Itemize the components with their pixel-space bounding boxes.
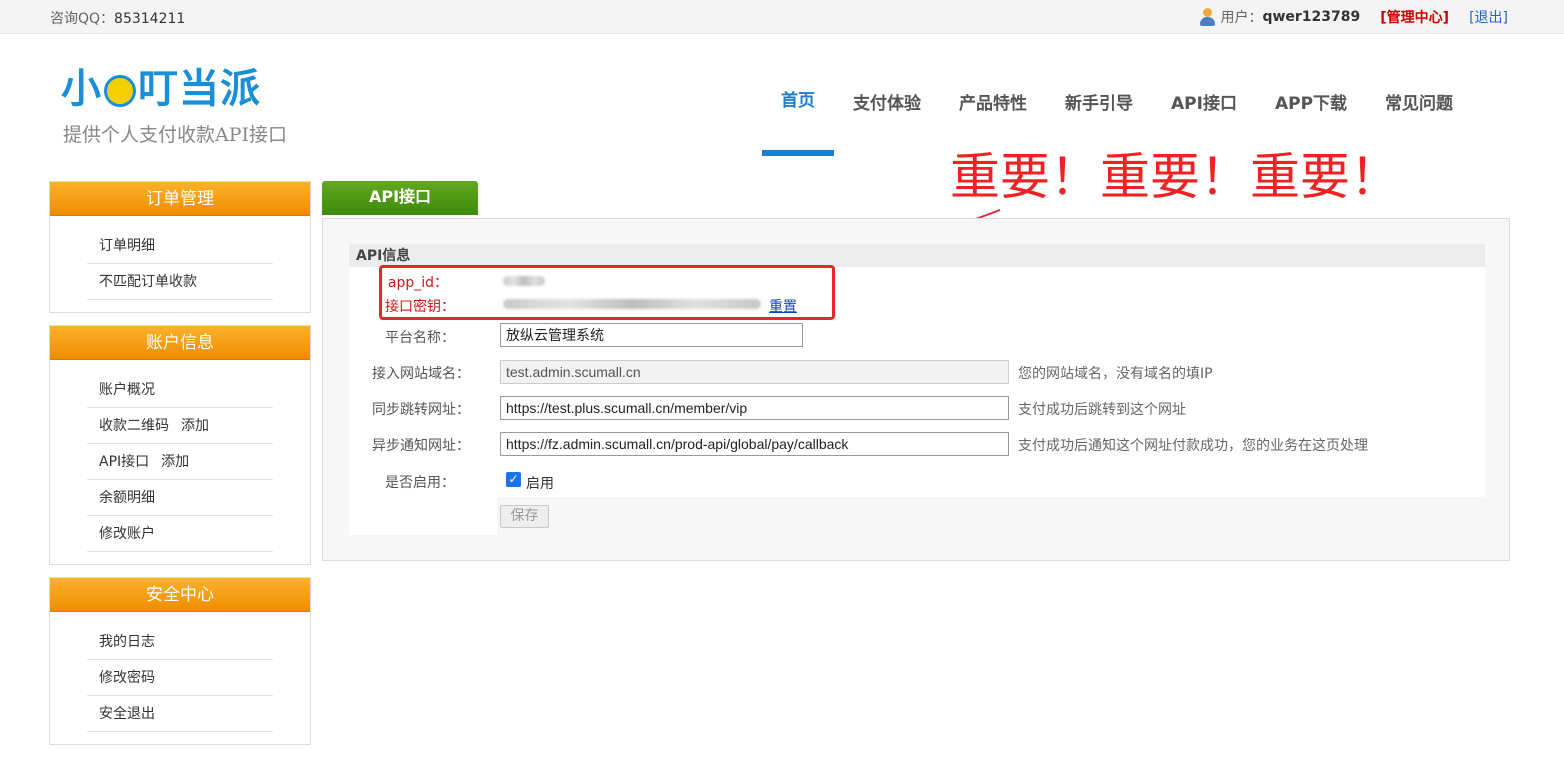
sidebar-item-api-label[interactable]: API接口 — [99, 454, 149, 470]
platform-name-input[interactable]: 放纵云管理系统 — [500, 323, 803, 347]
async-url-input[interactable]: https://fz.admin.scumall.cn/prod-api/glo… — [500, 432, 1009, 456]
sidebar-header-account: 账户信息 — [50, 326, 310, 360]
sidebar-header-security: 安全中心 — [50, 578, 310, 612]
username: qwer123789 — [1262, 9, 1361, 25]
sync-url-label: 同步跳转网址： — [372, 402, 470, 418]
sidebar-item-change-password[interactable]: 修改密码 — [87, 660, 273, 696]
sidebar-section-security: 安全中心 我的日志 修改密码 安全退出 — [49, 577, 311, 745]
sidebar-item-qrcode: 收款二维码 添加 — [87, 408, 273, 444]
admin-center-link[interactable]: [管理中心] — [1380, 7, 1449, 27]
sidebar-item-api: API接口 添加 — [87, 444, 273, 480]
domain-input[interactable]: test.admin.scumall.cn — [500, 360, 1009, 384]
sidebar-item-edit-account[interactable]: 修改账户 — [87, 516, 273, 552]
qq-number: 85314211 — [114, 11, 186, 27]
domain-hint: 您的网站域名，没有域名的填IP — [1018, 366, 1213, 382]
sidebar-item-balance[interactable]: 余额明细 — [87, 480, 273, 516]
user-icon — [1200, 8, 1216, 26]
nav-item-home[interactable]: 首页 — [762, 46, 834, 156]
sidebar-item-unmatched-orders[interactable]: 不匹配订单收款 — [87, 264, 273, 300]
sidebar-header-orders: 订单管理 — [50, 182, 310, 216]
enable-checkbox[interactable]: ✓ — [506, 472, 521, 487]
sidebar-item-my-log[interactable]: 我的日志 — [87, 624, 273, 660]
sidebar-item-qrcode-add[interactable]: 添加 — [181, 418, 209, 434]
sidebar-item-api-add[interactable]: 添加 — [161, 454, 189, 470]
domain-label: 接入网站域名： — [372, 366, 470, 382]
important-annotation: 重要！重要！重要！ — [950, 148, 1400, 206]
tab-api[interactable]: API接口 — [322, 181, 478, 215]
enable-label: 是否启用： — [385, 475, 455, 491]
logo[interactable]: 小叮当派 — [49, 46, 404, 121]
sync-url-hint: 支付成功后跳转到这个网址 — [1018, 402, 1186, 418]
sidebar-item-account-overview[interactable]: 账户概况 — [87, 372, 273, 408]
async-url-label: 异步通知网址： — [372, 438, 470, 454]
slogan: 提供个人支付收款API接口 — [63, 124, 288, 146]
sidebar-section-orders: 订单管理 订单明细 不匹配订单收款 — [49, 181, 311, 313]
section-title: API信息 — [349, 244, 1485, 267]
sidebar-section-account: 账户信息 账户概况 收款二维码 添加 API接口 添加 余额明细 修改账户 — [49, 325, 311, 565]
sidebar-item-safe-logout[interactable]: 安全退出 — [87, 696, 273, 732]
logo-text: 小叮当派 — [61, 66, 261, 112]
enable-checkbox-label[interactable]: 启用 — [526, 473, 554, 493]
async-url-hint: 支付成功后通知这个网址付款成功，您的业务在这页处理 — [1018, 438, 1368, 454]
sidebar-item-order-detail[interactable]: 订单明细 — [87, 228, 273, 264]
sync-url-input[interactable]: https://test.plus.scumall.cn/member/vip — [500, 396, 1009, 420]
platform-label: 平台名称： — [385, 330, 455, 346]
save-button[interactable]: 保存 — [500, 505, 549, 528]
highlight-box — [379, 265, 835, 320]
logout-link[interactable]: [退出] — [1469, 7, 1508, 27]
user-prefix: 用户： — [1220, 10, 1263, 26]
top-bar: 咨询QQ：85314211 用户： qwer123789 [管理中心] [退出] — [0, 0, 1564, 34]
bell-icon — [104, 75, 136, 107]
qq-contact: 咨询QQ：85314211 — [50, 8, 185, 28]
qq-label: 咨询QQ： — [50, 11, 115, 27]
sidebar-item-qrcode-label[interactable]: 收款二维码 — [99, 418, 169, 434]
nav-item-pay-experience[interactable]: 支付体验 — [834, 46, 940, 156]
user-box: 用户： qwer123789 [管理中心] [退出] — [1200, 7, 1508, 27]
